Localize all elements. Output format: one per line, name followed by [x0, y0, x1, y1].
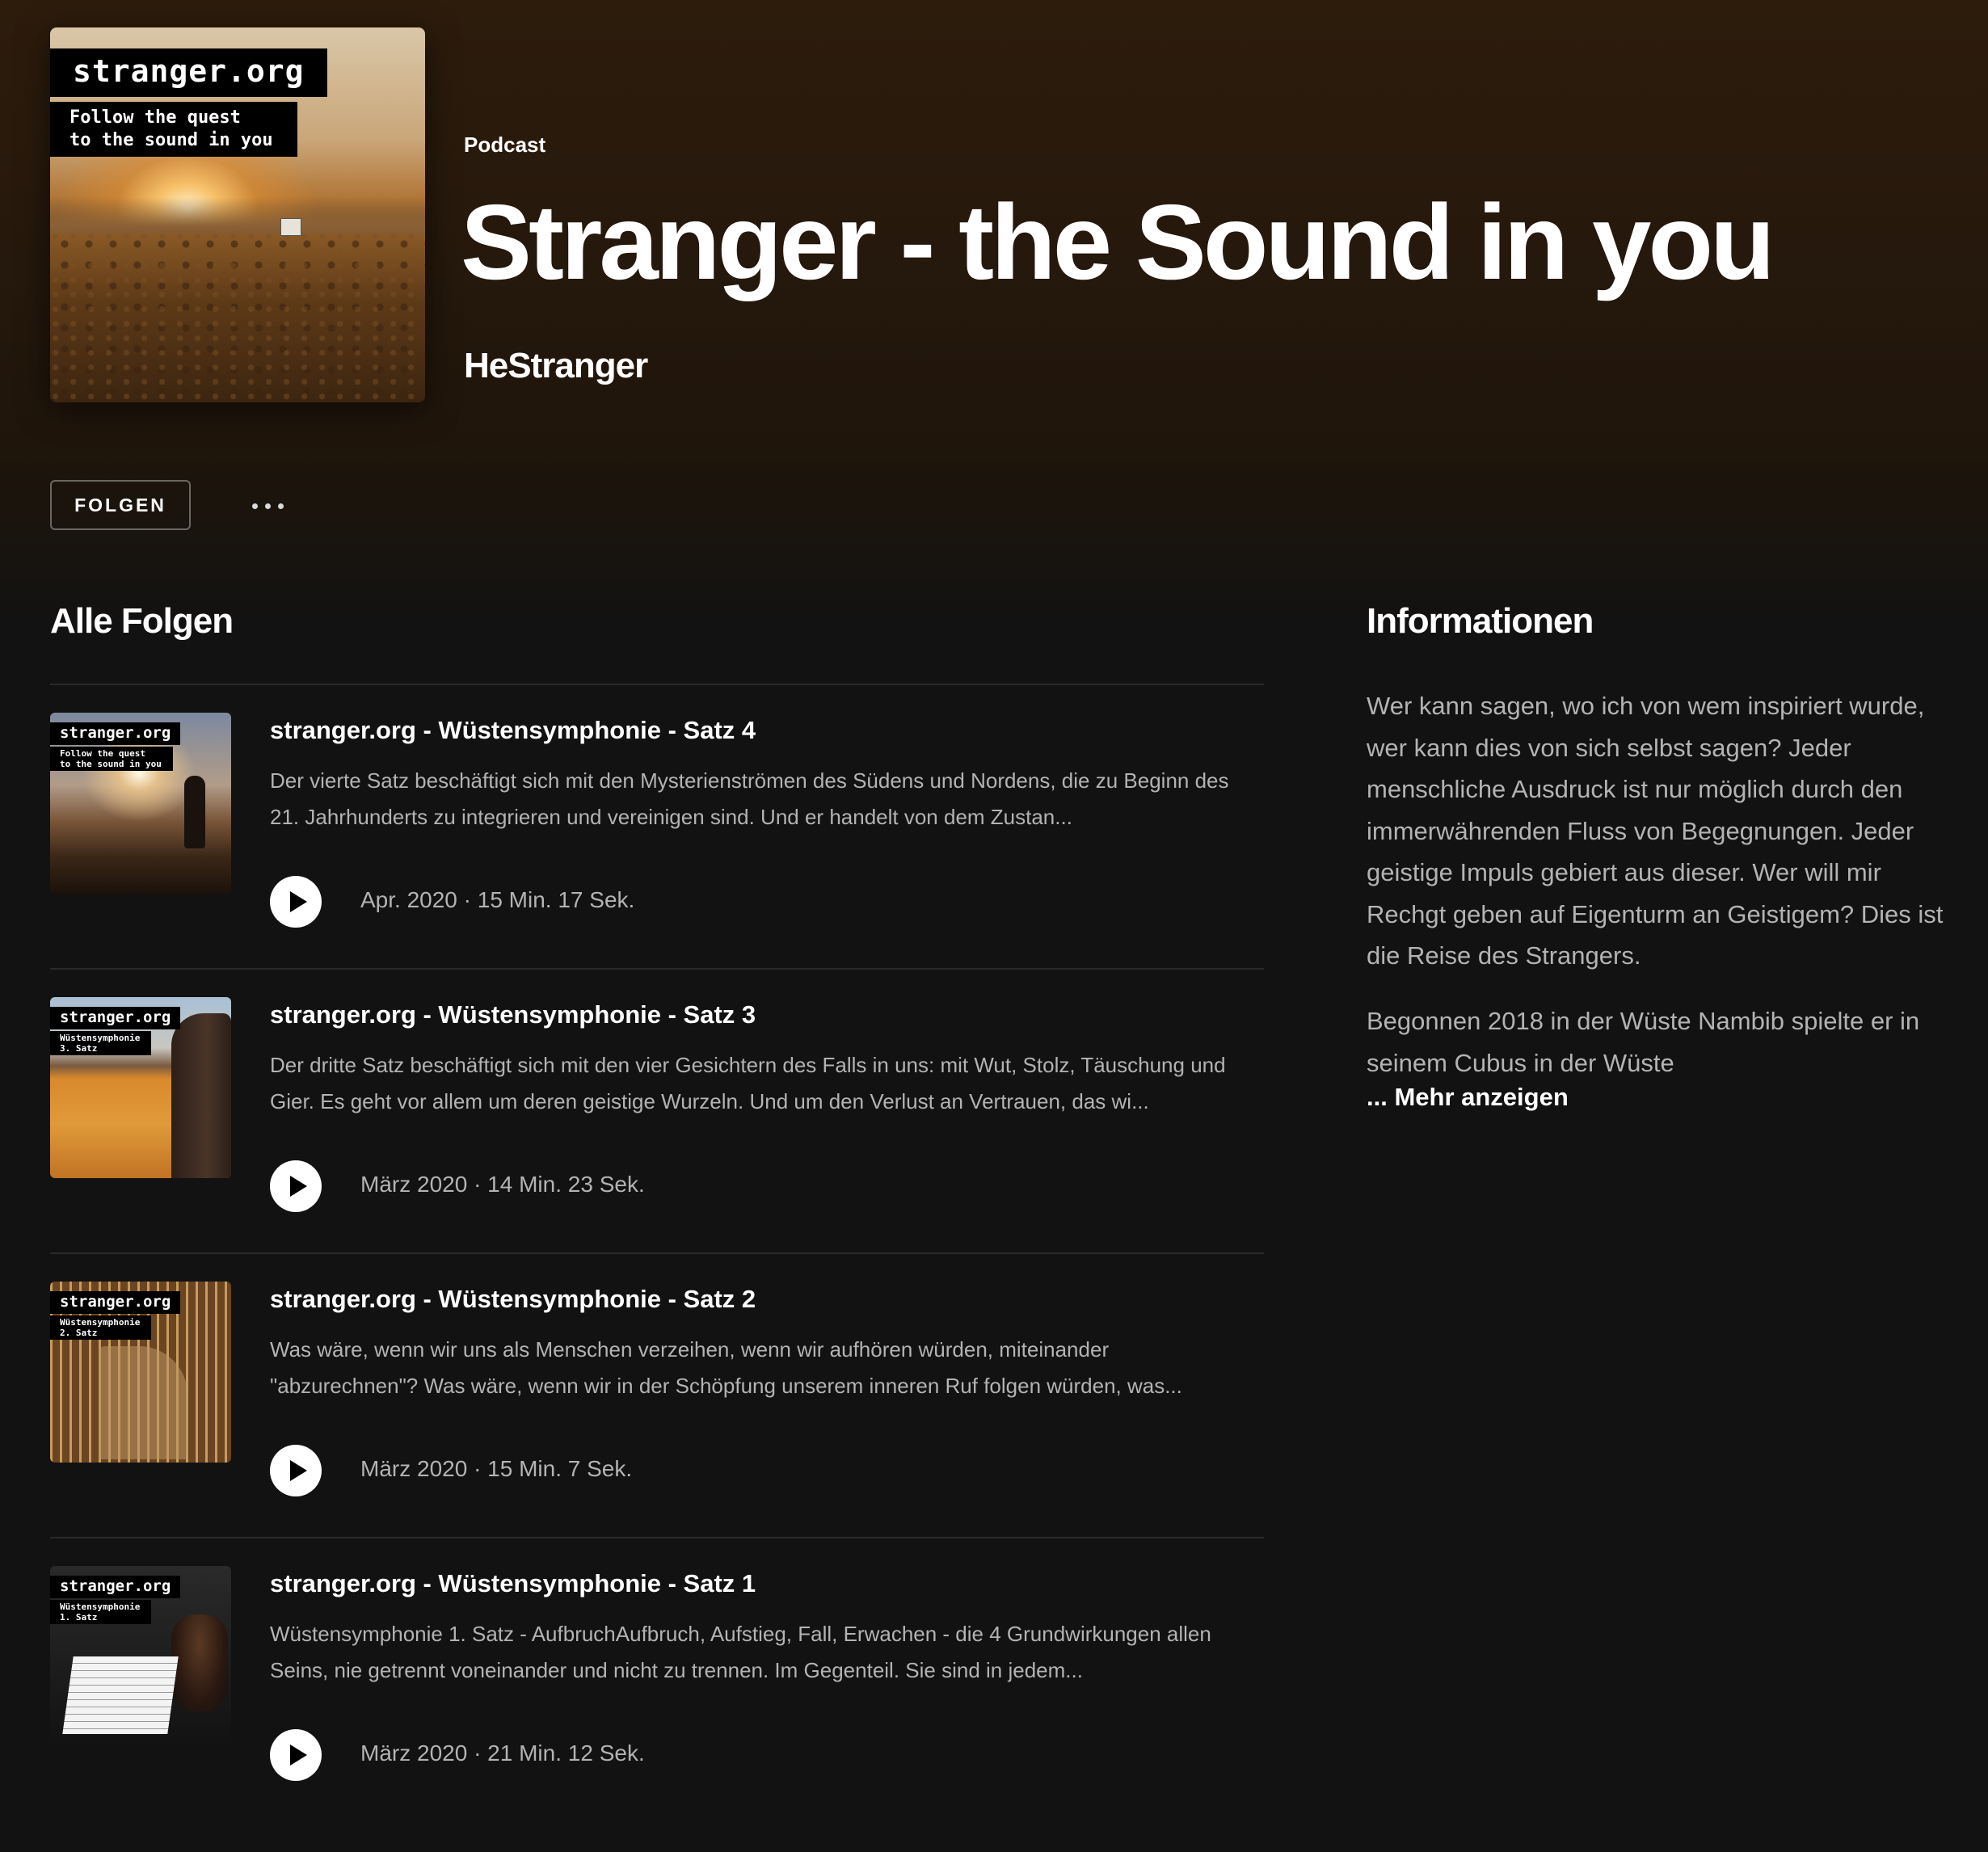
info-description-continued: Begonnen 2018 in der Wüste Nambib spielt…	[1367, 1007, 1920, 1077]
play-button[interactable]	[270, 876, 322, 928]
cover-brand: stranger.org	[50, 48, 327, 97]
episode-thumbnail[interactable]: stranger.org Follow the quest to the sou…	[50, 713, 231, 894]
info-description: Wer kann sagen, wo ich von wem inspirier…	[1367, 692, 1944, 970]
play-button[interactable]	[270, 1160, 322, 1212]
episode-row[interactable]: stranger.org Follow the quest to the sou…	[50, 684, 1264, 968]
play-button[interactable]	[270, 1445, 322, 1496]
thumb-caption: Follow the quest to the sound in you	[50, 747, 173, 771]
thumb-figure	[184, 776, 205, 848]
play-button[interactable]	[270, 1729, 322, 1781]
thumb-caption: Wüstensymphonie 3. Satz	[50, 1031, 152, 1055]
play-icon	[289, 1176, 307, 1197]
episode-thumbnail[interactable]: stranger.org Wüstensymphonie 3. Satz	[50, 997, 231, 1178]
follow-button[interactable]: FOLGEN	[50, 480, 191, 530]
thumb-brand: stranger.org	[50, 1576, 181, 1598]
episode-meta: März 2020 · 15 Min. 7 Sek.	[360, 1456, 633, 1481]
episode-thumbnail[interactable]: stranger.org Wüstensymphonie 2. Satz	[50, 1282, 231, 1463]
cover-cube	[280, 218, 301, 236]
episode-meta: März 2020 · 21 Min. 12 Sek.	[360, 1740, 645, 1766]
episode-description: Wüstensymphonie 1. Satz - AufbruchAufbru…	[270, 1622, 1211, 1682]
episodes-section-title: Alle Folgen	[50, 601, 234, 641]
header-fade	[0, 452, 1988, 630]
play-icon	[289, 891, 307, 912]
dot	[277, 503, 284, 509]
episode-description: Der vierte Satz beschäftigt sich mit den…	[270, 768, 1229, 829]
ellipsis-icon[interactable]	[239, 488, 296, 524]
thumb-figure	[171, 1013, 231, 1178]
podcast-title: Stranger - the Sound in you	[461, 183, 1775, 301]
cover-tagline: Follow the quest to the sound in you	[50, 102, 297, 157]
thumb-brand: stranger.org	[50, 1007, 181, 1029]
episode-row[interactable]: stranger.org Wüstensymphonie 3. Satz str…	[50, 968, 1264, 1252]
episode-row[interactable]: stranger.org Wüstensymphonie 1. Satz str…	[50, 1537, 1264, 1821]
episode-row[interactable]: stranger.org Wüstensymphonie 2. Satz str…	[50, 1252, 1264, 1537]
episode-description: Was wäre, wenn wir uns als Menschen verz…	[270, 1337, 1182, 1398]
dot	[264, 503, 271, 509]
podcast-author[interactable]: HeStranger	[464, 346, 648, 386]
thumb-caption: Wüstensymphonie 1. Satz	[50, 1600, 152, 1624]
episode-title[interactable]: stranger.org - Wüstensymphonie - Satz 2	[270, 1285, 756, 1314]
show-more-link[interactable]: ... Mehr anzeigen	[1367, 1083, 1569, 1112]
play-icon	[289, 1745, 307, 1766]
cover-ground	[50, 234, 425, 402]
episode-title[interactable]: stranger.org - Wüstensymphonie - Satz 4	[270, 716, 756, 745]
play-icon	[289, 1460, 307, 1481]
podcast-kind-label: Podcast	[464, 133, 546, 157]
episode-thumbnail[interactable]: stranger.org Wüstensymphonie 1. Satz	[50, 1566, 231, 1747]
episode-description: Der dritte Satz beschäftigt sich mit den…	[270, 1053, 1226, 1113]
thumb-figure	[171, 1614, 228, 1711]
podcast-cover: stranger.org Follow the quest to the sou…	[50, 27, 425, 402]
thumb-sheet-music	[62, 1656, 179, 1734]
episode-meta: März 2020 · 14 Min. 23 Sek.	[360, 1172, 645, 1197]
thumb-harp	[99, 1346, 187, 1459]
episode-title[interactable]: stranger.org - Wüstensymphonie - Satz 3	[270, 1000, 756, 1029]
info-section-title: Informationen	[1367, 601, 1594, 641]
episode-list: stranger.org Follow the quest to the sou…	[50, 684, 1264, 1821]
thumb-brand: stranger.org	[50, 722, 181, 745]
thumb-caption: Wüstensymphonie 2. Satz	[50, 1315, 152, 1340]
thumb-brand: stranger.org	[50, 1291, 181, 1314]
episode-meta: Apr. 2020 · 15 Min. 17 Sek.	[360, 887, 635, 912]
dot	[251, 503, 258, 509]
episode-title[interactable]: stranger.org - Wüstensymphonie - Satz 1	[270, 1569, 756, 1598]
